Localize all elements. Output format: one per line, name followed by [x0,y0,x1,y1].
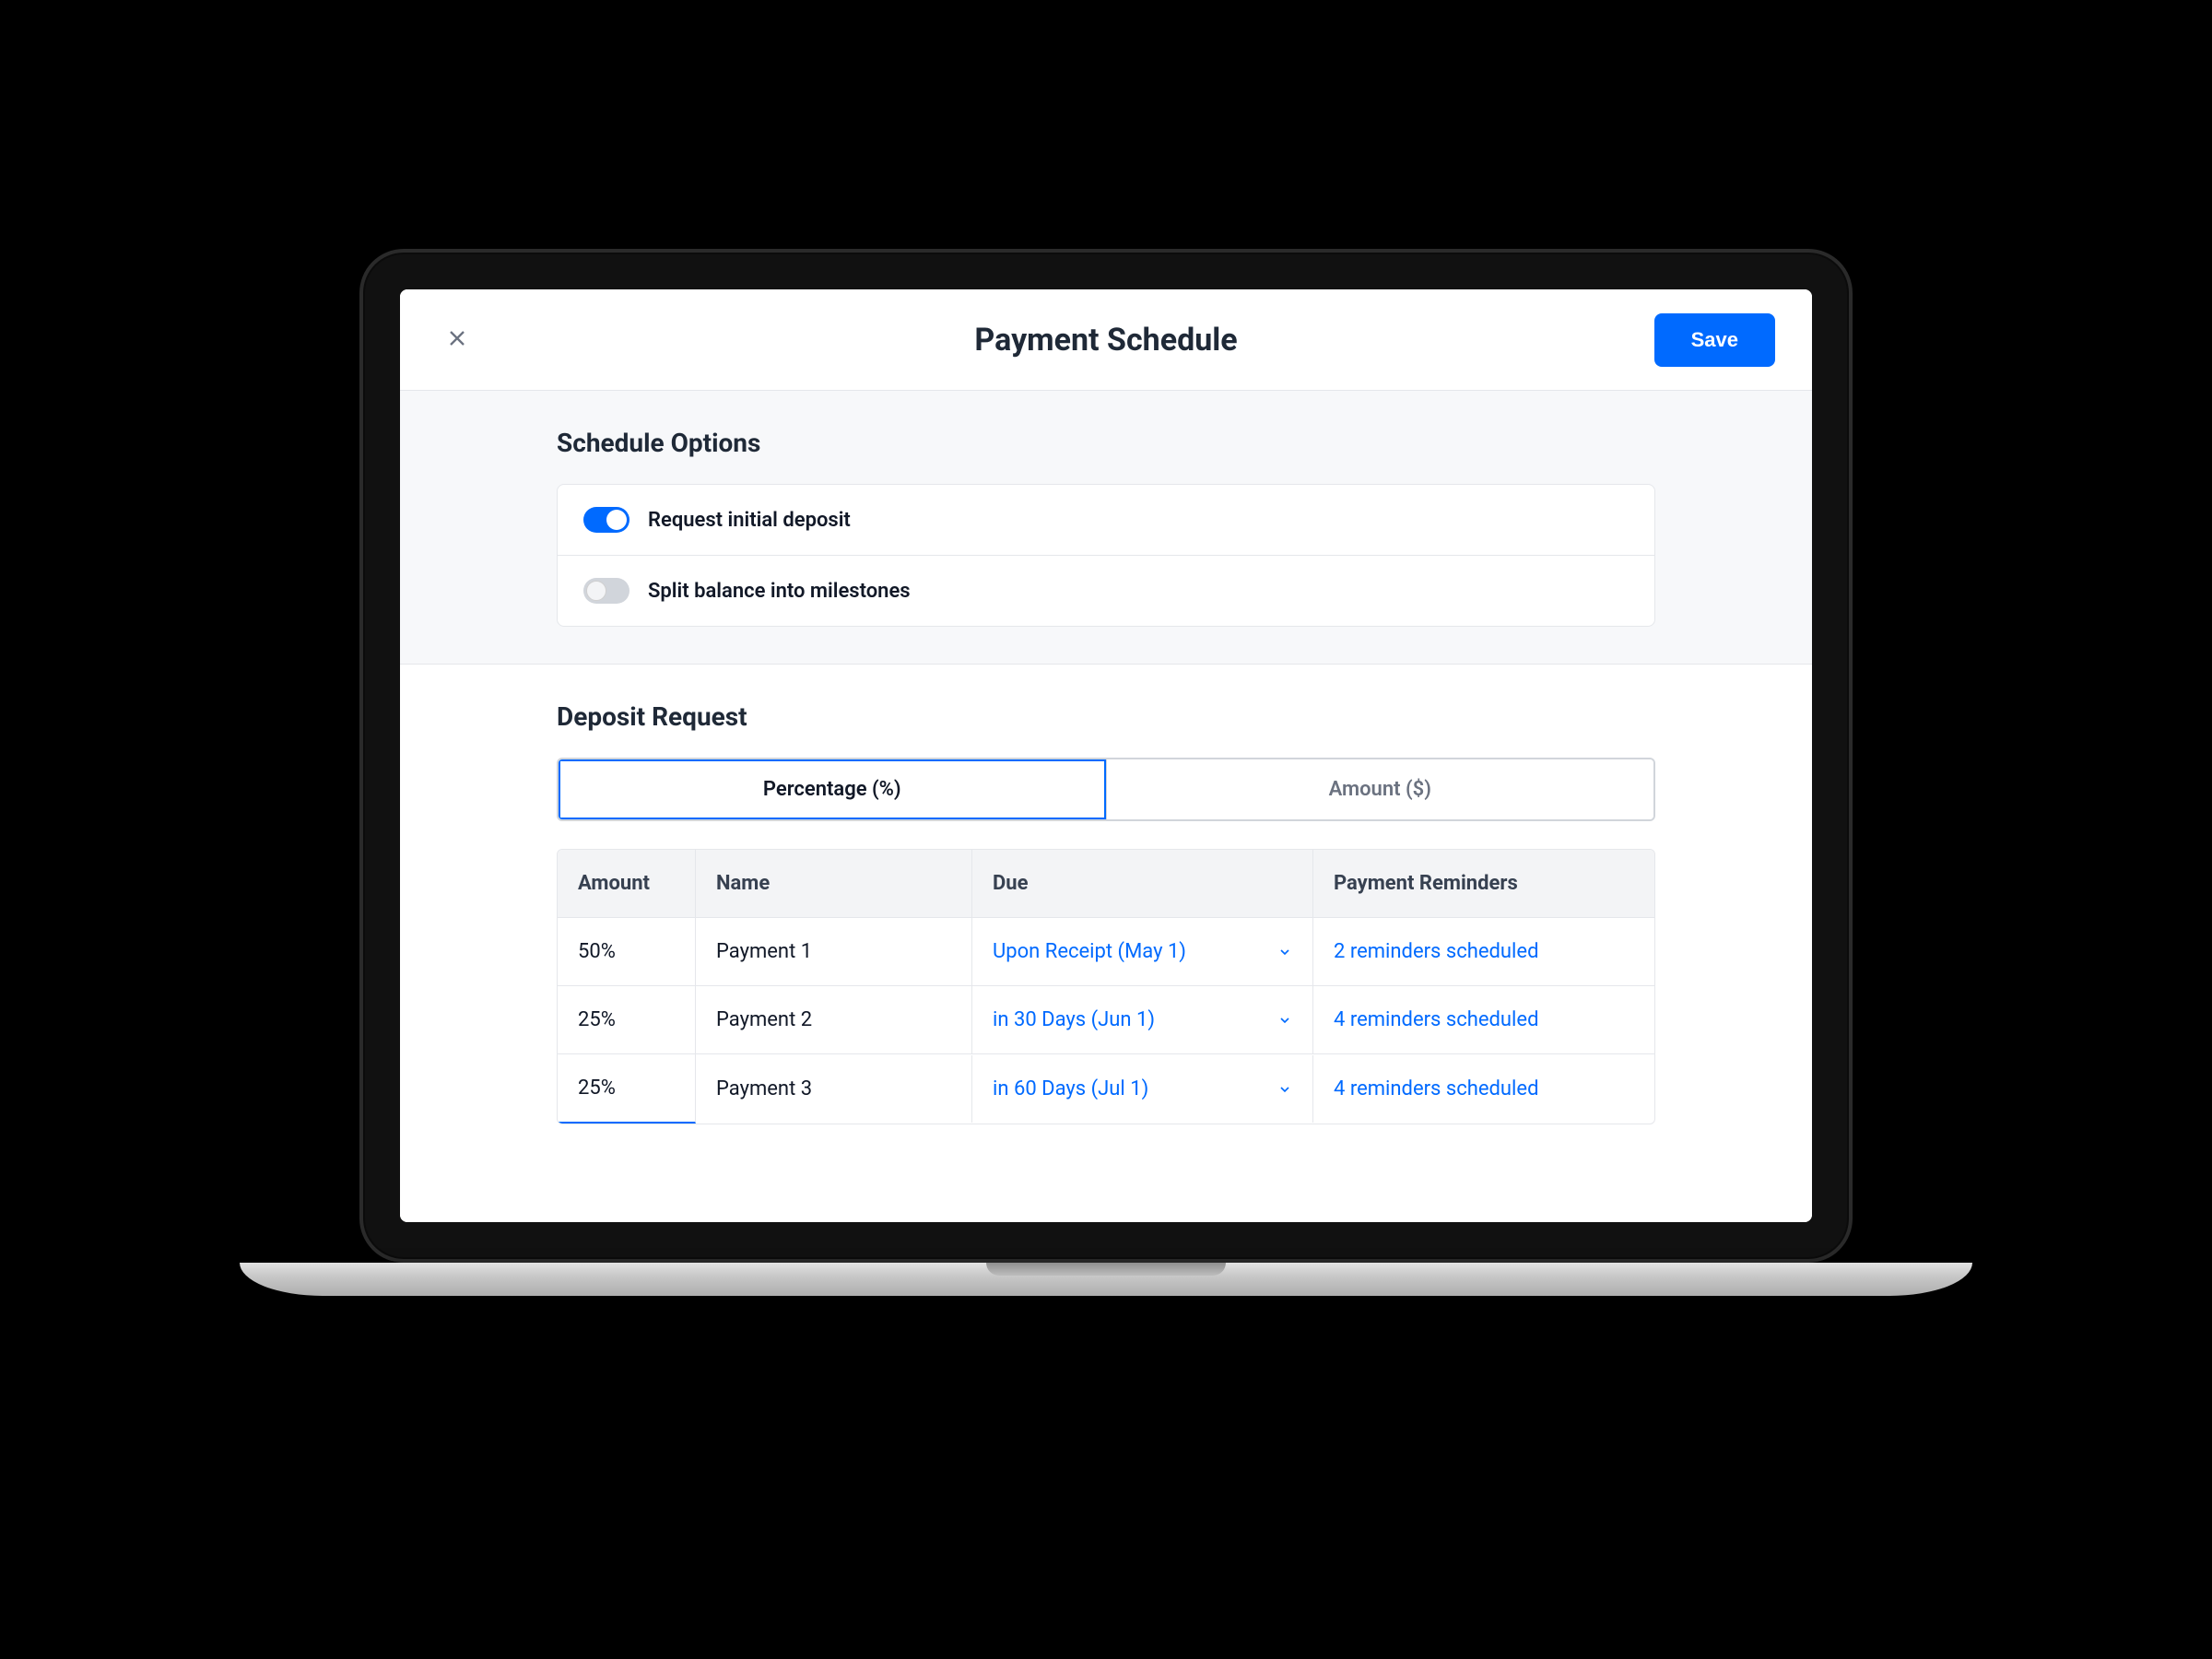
tab-percentage[interactable]: Percentage (%) [559,759,1106,819]
col-due: Due [972,850,1313,918]
laptop-shadow [323,1305,1889,1342]
cell-amount[interactable]: 25% [558,1054,696,1124]
col-reminders: Payment Reminders [1313,850,1654,918]
cell-amount[interactable]: 25% [558,986,696,1054]
cell-name[interactable]: Payment 3 [696,1055,972,1123]
cell-reminders-link[interactable]: 4 reminders scheduled [1313,986,1654,1054]
col-amount: Amount [558,850,696,918]
due-text: in 30 Days (Jun 1) [993,1008,1155,1031]
laptop-screen-frame: Payment Schedule Save Schedule Options R… [359,249,1853,1263]
toggle-initial-deposit[interactable] [583,507,629,533]
schedule-options-card: Request initial deposit Split balance in… [557,484,1655,627]
table-header-row: Amount Name Due Payment Reminders [558,850,1654,918]
laptop-base [240,1263,1972,1296]
cell-name[interactable]: Payment 2 [696,986,972,1054]
deposit-request-section: Deposit Request Percentage (%) Amount ($… [400,664,1812,1222]
option-label: Split balance into milestones [648,580,911,603]
chevron-down-icon [1277,1082,1292,1097]
chevron-down-icon [1277,945,1292,959]
chevron-down-icon [1277,1013,1292,1028]
cell-due-dropdown[interactable]: Upon Receipt (May 1) [972,918,1313,986]
close-icon [444,325,470,354]
laptop-mockup: Payment Schedule Save Schedule Options R… [240,249,1972,1410]
option-row-initial-deposit: Request initial deposit [558,485,1654,555]
option-label: Request initial deposit [648,509,851,532]
table-row: 50% Payment 1 Upon Receipt (May 1) 2 rem… [558,918,1654,986]
cell-reminders-link[interactable]: 4 reminders scheduled [1313,1055,1654,1123]
deposit-request-title: Deposit Request [557,701,1655,732]
cell-amount[interactable]: 50% [558,918,696,986]
cell-due-dropdown[interactable]: in 60 Days (Jul 1) [972,1055,1313,1123]
modal-header: Payment Schedule Save [400,289,1812,391]
col-name: Name [696,850,972,918]
deposit-type-tabs: Percentage (%) Amount ($) [557,758,1655,821]
option-row-split-milestones: Split balance into milestones [558,555,1654,626]
due-text: Upon Receipt (May 1) [993,940,1186,963]
cell-due-dropdown[interactable]: in 30 Days (Jun 1) [972,986,1313,1054]
table-row: 25% Payment 3 in 60 Days (Jul 1) 4 remin… [558,1054,1654,1124]
cell-reminders-link[interactable]: 2 reminders scheduled [1313,918,1654,986]
save-button[interactable]: Save [1654,313,1775,367]
payments-table: Amount Name Due Payment Reminders 50% Pa… [557,849,1655,1124]
table-row: 25% Payment 2 in 30 Days (Jun 1) 4 remin… [558,986,1654,1054]
due-text: in 60 Days (Jul 1) [993,1077,1148,1100]
schedule-options-title: Schedule Options [557,428,1655,458]
cell-name[interactable]: Payment 1 [696,918,972,986]
app-screen: Payment Schedule Save Schedule Options R… [400,289,1812,1222]
close-button[interactable] [437,318,477,361]
toggle-split-milestones[interactable] [583,578,629,604]
modal-title: Payment Schedule [974,322,1237,359]
schedule-options-section: Schedule Options Request initial deposit… [400,391,1812,664]
tab-amount[interactable]: Amount ($) [1106,759,1654,819]
